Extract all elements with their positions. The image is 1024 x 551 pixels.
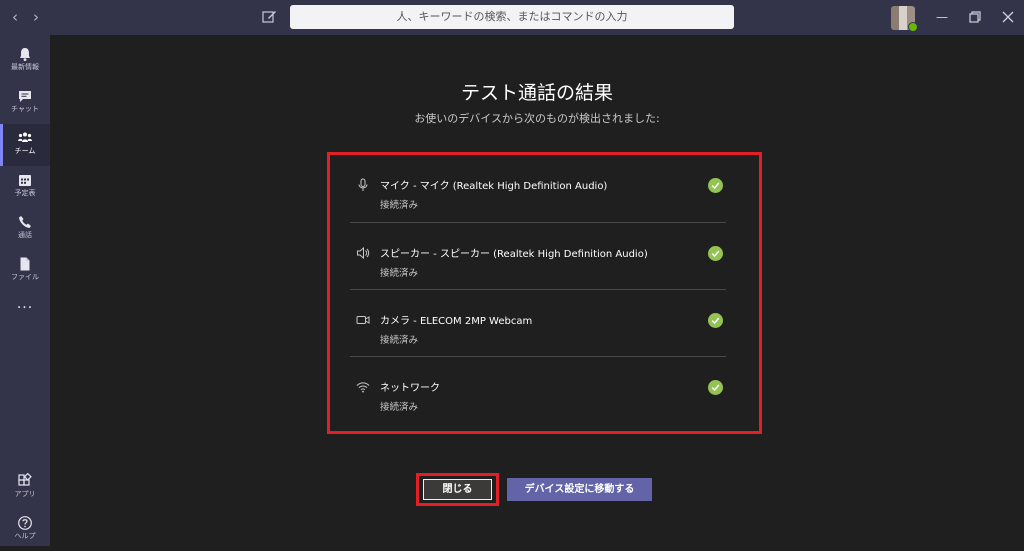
avatar[interactable]	[891, 6, 918, 32]
phone-icon	[19, 216, 31, 228]
close-button[interactable]: 閉じる	[423, 479, 492, 500]
restore-icon[interactable]	[966, 8, 984, 26]
title-bar: ‹ › 人、キーワードの検索、またはコマンドの入力 —	[0, 0, 1024, 35]
rail-label: チャット	[11, 105, 39, 113]
wifi-icon	[356, 382, 370, 393]
device-status: 接続済み	[380, 402, 419, 413]
device-row-microphone: マイク - マイク (Realtek High Definition Audio…	[350, 155, 726, 221]
forward-arrow-icon[interactable]: ›	[27, 8, 45, 26]
rail-item-files[interactable]: ファイル	[0, 250, 50, 292]
bell-icon	[20, 48, 30, 61]
rail-label: 最新情報	[11, 63, 39, 71]
rail-label: 予定表	[14, 189, 36, 197]
go-to-device-settings-button[interactable]: デバイス設定に移動する	[507, 478, 652, 501]
rail-item-teams[interactable]: チーム	[0, 124, 50, 166]
rail-item-calendar[interactable]: 予定表	[0, 166, 50, 208]
device-name: スピーカー - スピーカー (Realtek High Definition A…	[380, 249, 648, 260]
device-row-network: ネットワーク 接続済み	[350, 356, 726, 422]
apps-icon	[18, 473, 32, 486]
rail-label: ファイル	[11, 273, 39, 281]
rail-item-chat[interactable]: チャット	[0, 82, 50, 124]
page-subtitle: お使いのデバイスから次のものが検出されました:	[414, 112, 660, 125]
check-icon	[708, 380, 723, 395]
device-name: カメラ - ELECOM 2MP Webcam	[380, 316, 533, 327]
rail-item-calls[interactable]: 通話	[0, 208, 50, 250]
device-status: 接続済み	[380, 335, 419, 346]
more-apps-icon[interactable]: ...	[0, 296, 50, 338]
test-call-results-panel: テスト通話の結果 お使いのデバイスから次のものが検出されました: マイク - マ…	[50, 35, 1024, 546]
rail-item-apps[interactable]: アプリ	[0, 467, 50, 509]
close-icon[interactable]	[999, 8, 1017, 26]
device-name: マイク - マイク (Realtek High Definition Audio…	[380, 181, 608, 192]
rail-label: 通話	[18, 231, 32, 239]
minimize-icon[interactable]: —	[933, 8, 951, 26]
speaker-icon	[357, 246, 370, 260]
app-rail: 最新情報 チャット チーム 予定表 通話 ファイル ... アプリ ヘルプ	[0, 35, 50, 546]
device-row-camera: カメラ - ELECOM 2MP Webcam 接続済み	[350, 289, 726, 355]
calendar-icon	[19, 175, 31, 186]
help-icon	[18, 516, 32, 530]
device-results-list: マイク - マイク (Realtek High Definition Audio…	[327, 152, 762, 434]
rail-label: アプリ	[14, 490, 36, 498]
device-status: 接続済み	[380, 268, 419, 279]
microphone-icon	[358, 178, 368, 191]
check-icon	[708, 246, 723, 261]
teams-icon	[18, 132, 32, 142]
camera-icon	[356, 316, 370, 324]
page-title: テスト通話の結果	[460, 82, 613, 104]
check-icon	[708, 178, 723, 193]
rail-item-help[interactable]: ヘルプ	[0, 509, 50, 551]
rail-item-activity[interactable]: 最新情報	[0, 40, 50, 82]
search-input[interactable]: 人、キーワードの検索、またはコマンドの入力	[290, 5, 734, 29]
device-status: 接続済み	[380, 200, 419, 211]
device-name: ネットワーク	[380, 383, 440, 394]
file-icon	[20, 257, 30, 271]
rail-label: ヘルプ	[14, 532, 36, 540]
rail-label: チーム	[14, 147, 36, 155]
back-arrow-icon[interactable]: ‹	[6, 8, 24, 26]
check-icon	[708, 313, 723, 328]
device-row-speaker: スピーカー - スピーカー (Realtek High Definition A…	[350, 222, 726, 288]
compose-icon[interactable]	[260, 8, 278, 26]
chat-icon	[19, 91, 31, 102]
